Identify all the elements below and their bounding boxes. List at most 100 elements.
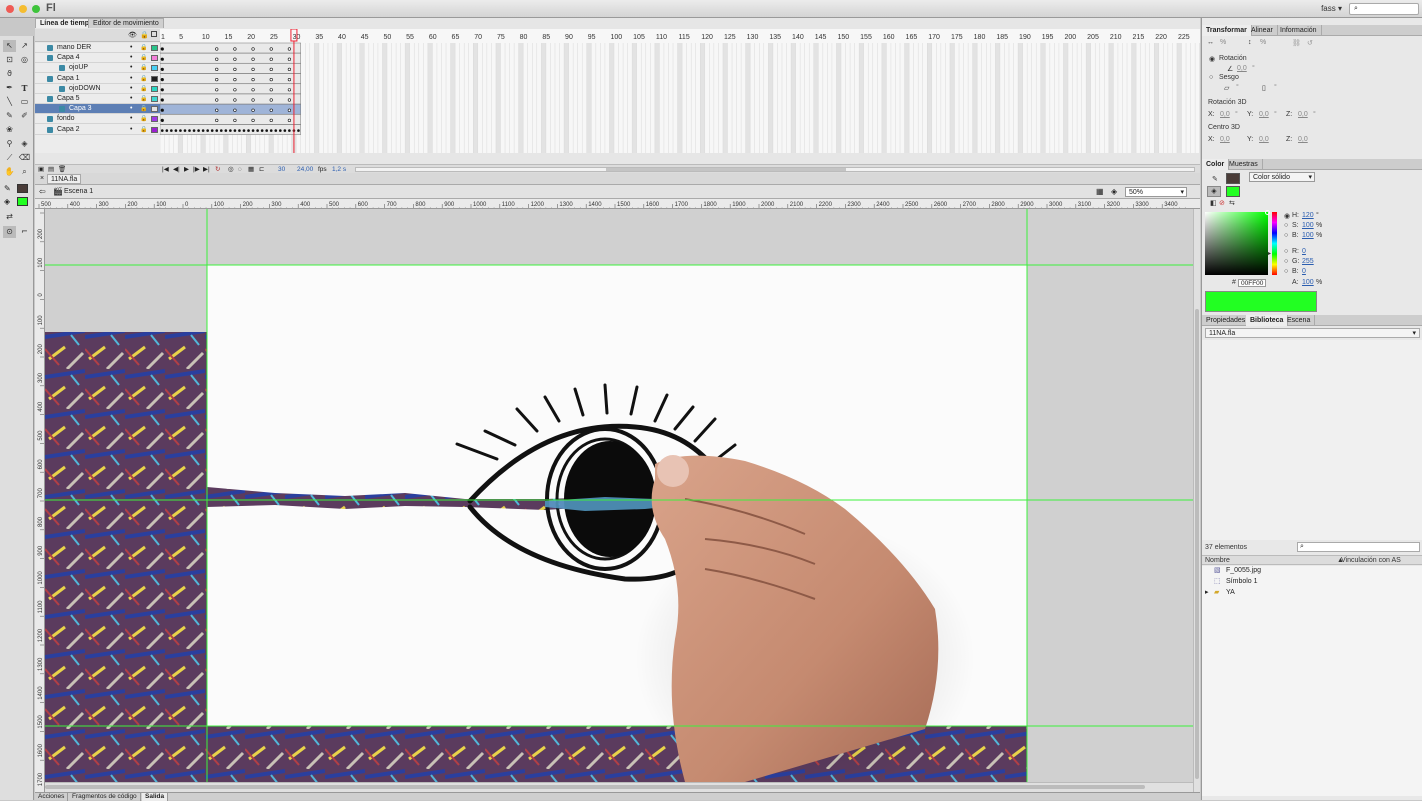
lock-icon[interactable]: 🔒 — [140, 63, 147, 73]
keyframe[interactable] — [234, 99, 237, 102]
keyframe[interactable] — [234, 129, 237, 132]
keyframe[interactable] — [234, 109, 237, 112]
keyframe[interactable] — [215, 68, 218, 71]
hue-radio[interactable]: ◉ — [1284, 212, 1290, 220]
swap-colors-icon[interactable]: ⇄ — [3, 211, 16, 223]
layer-color-swatch[interactable] — [151, 65, 158, 71]
show-hide-all-icon[interactable]: 👁 — [128, 31, 137, 39]
layer-color-swatch[interactable] — [151, 76, 158, 82]
frame-span[interactable] — [160, 74, 301, 84]
keyframe[interactable] — [215, 58, 218, 61]
height-scale-value[interactable]: % — [1260, 39, 1266, 46]
layer-color-swatch[interactable] — [151, 116, 158, 122]
keyframe[interactable] — [179, 129, 182, 132]
visibility-dot-icon[interactable]: • — [130, 74, 132, 84]
zoom-tool-icon[interactable]: ⌕ — [18, 166, 31, 178]
fill-color-swatch[interactable] — [17, 197, 28, 206]
keyframe[interactable] — [279, 129, 282, 132]
keyframe[interactable] — [161, 58, 164, 61]
frame-span[interactable] — [160, 114, 301, 124]
layer-color-swatch[interactable] — [151, 55, 158, 61]
layer-color-swatch[interactable] — [151, 106, 158, 112]
eraser-tool-icon[interactable]: ⌫ — [18, 152, 31, 164]
3d-rotation-tool-icon[interactable]: ◎ — [18, 54, 31, 66]
layer-name[interactable]: Capa 4 — [57, 53, 80, 63]
document-tab[interactable]: 11NA.fla — [47, 174, 81, 184]
keyframe[interactable] — [297, 129, 300, 132]
saturation-radio[interactable]: ○ — [1284, 222, 1288, 229]
back-arrow-icon[interactable]: ⇦ — [39, 187, 46, 196]
tab-motion-editor[interactable]: Editor de movimiento — [88, 18, 164, 28]
keyframe[interactable] — [252, 129, 255, 132]
keyframe[interactable] — [234, 68, 237, 71]
frame-span[interactable] — [160, 94, 301, 104]
lock-all-icon[interactable]: 🔒 — [140, 31, 149, 39]
keyframe[interactable] — [229, 129, 232, 132]
layer-name[interactable]: fondo — [57, 114, 75, 124]
keyframe[interactable] — [234, 89, 237, 92]
layer-color-swatch[interactable] — [151, 127, 158, 133]
visibility-dot-icon[interactable]: • — [130, 53, 132, 63]
keyframe[interactable] — [161, 99, 164, 102]
keyframe[interactable] — [166, 129, 169, 132]
keyframe[interactable] — [270, 89, 273, 92]
keyframe[interactable] — [288, 109, 291, 112]
lock-icon[interactable]: 🔒 — [140, 125, 147, 135]
keyframe[interactable] — [288, 129, 291, 132]
lock-icon[interactable]: 🔒 — [140, 84, 147, 94]
keyframe[interactable] — [284, 129, 287, 132]
keyframe[interactable] — [161, 78, 164, 81]
close-window-button[interactable] — [6, 5, 14, 13]
bone-tool-icon[interactable]: ⚲ — [3, 138, 16, 150]
keyframe[interactable] — [206, 129, 209, 132]
saturation-brightness-field[interactable] — [1205, 212, 1268, 275]
timeline-horizontal-scrollbar[interactable] — [355, 167, 1195, 172]
saturation-value[interactable]: 100 — [1302, 222, 1314, 229]
tab-align[interactable]: Alinear — [1247, 25, 1278, 36]
outline-all-icon[interactable] — [151, 31, 157, 37]
keyframe[interactable] — [234, 48, 237, 51]
width-scale-value[interactable]: % — [1220, 39, 1226, 46]
keyframe[interactable] — [252, 89, 255, 92]
user-menu[interactable]: fass ▾ — [1321, 4, 1342, 13]
skew-horizontal-value[interactable]: ° — [1236, 84, 1239, 91]
keyframe[interactable] — [193, 129, 196, 132]
color-stroke-swatch[interactable] — [1226, 173, 1240, 184]
tab-properties[interactable]: Propiedades — [1202, 315, 1250, 326]
swap-colors-icon[interactable]: ⇆ — [1229, 199, 1235, 207]
lock-icon[interactable]: 🔒 — [140, 53, 147, 63]
visibility-dot-icon[interactable]: • — [130, 94, 132, 104]
keyframe[interactable] — [188, 129, 191, 132]
zoom-select[interactable]: 50%▾ — [1125, 187, 1187, 197]
keyframe[interactable] — [270, 48, 273, 51]
keyframe[interactable] — [288, 78, 291, 81]
keyframe[interactable] — [238, 129, 241, 132]
help-search-input[interactable]: ⌕ — [1349, 3, 1419, 15]
keyframe[interactable] — [252, 119, 255, 122]
pen-tool-icon[interactable]: ✒ — [3, 82, 16, 94]
red-value[interactable]: 0 — [1302, 248, 1306, 255]
keyframe[interactable] — [215, 129, 218, 132]
keyframe[interactable] — [215, 89, 218, 92]
library-document-select[interactable]: 11NA.fla▾ — [1205, 328, 1420, 338]
keyframe[interactable] — [161, 68, 164, 71]
visibility-dot-icon[interactable]: • — [130, 43, 132, 53]
red-radio[interactable]: ○ — [1284, 248, 1288, 255]
tab-transform[interactable]: Transformar — [1202, 25, 1252, 36]
keyframe[interactable] — [215, 48, 218, 51]
keyframe[interactable] — [225, 129, 228, 132]
layer-color-swatch[interactable] — [151, 45, 158, 51]
expand-arrow-icon[interactable]: ▸ — [1205, 588, 1209, 598]
column-as-linkage[interactable]: Vinculación con AS — [1341, 557, 1401, 564]
lock-icon[interactable]: 🔒 — [140, 114, 147, 124]
rotation-radio[interactable]: ◉ — [1209, 55, 1215, 63]
keyframe[interactable] — [270, 129, 273, 132]
keyframe[interactable] — [270, 99, 273, 102]
fill-icon[interactable]: ◈ — [1207, 186, 1221, 197]
layer-name[interactable]: Capa 2 — [57, 125, 80, 135]
keyframe[interactable] — [161, 89, 164, 92]
keyframe[interactable] — [234, 78, 237, 81]
library-search-input[interactable]: ⌕ — [1297, 542, 1420, 552]
green-radio[interactable]: ○ — [1284, 258, 1288, 265]
frame-span[interactable] — [160, 63, 301, 73]
